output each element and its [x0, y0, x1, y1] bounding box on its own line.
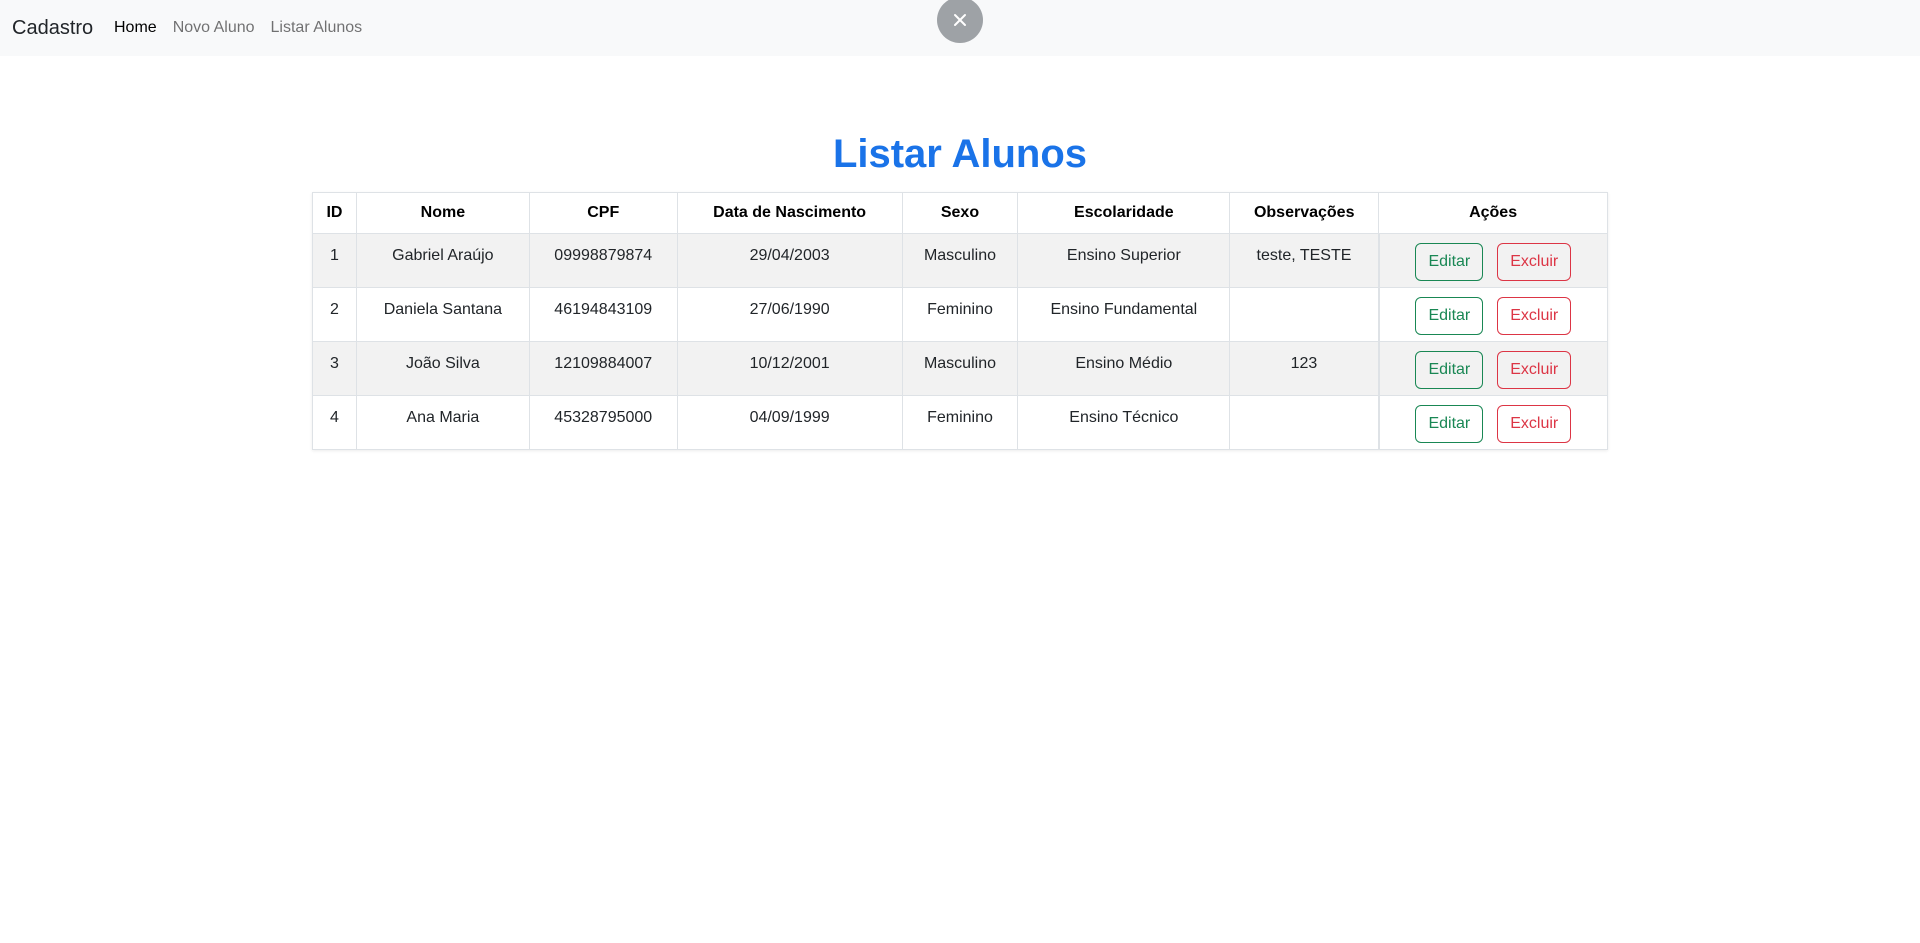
- cell-cpf: 46194843109: [528, 287, 678, 342]
- cell-escolaridade: Ensino Técnico: [1017, 395, 1231, 450]
- cell-actions: Editar Excluir: [1377, 287, 1608, 342]
- cell-observacoes: [1229, 287, 1380, 342]
- cell-sexo: Feminino: [901, 287, 1019, 342]
- table-row: 3 João Silva 12109884007 10/12/2001 Masc…: [312, 341, 1608, 396]
- cell-nascimento: 29/04/2003: [676, 233, 903, 288]
- table-row: 2 Daniela Santana 46194843109 27/06/1990…: [312, 287, 1608, 342]
- cell-actions: Editar Excluir: [1377, 395, 1608, 450]
- cell-cpf: 12109884007: [528, 341, 678, 396]
- cell-nome: João Silva: [355, 341, 530, 396]
- edit-button[interactable]: Editar: [1415, 351, 1484, 389]
- delete-button[interactable]: Excluir: [1497, 297, 1572, 335]
- header-nome: Nome: [355, 192, 530, 234]
- header-acoes: Ações: [1378, 192, 1608, 234]
- cell-cpf: 45328795000: [528, 395, 678, 450]
- delete-button[interactable]: Excluir: [1497, 405, 1572, 443]
- delete-button[interactable]: Excluir: [1497, 351, 1572, 389]
- page-title: Listar Alunos: [832, 132, 1088, 176]
- header-escolaridade: Escolaridade: [1017, 192, 1231, 234]
- cell-nome: Ana Maria: [355, 395, 530, 450]
- cell-actions: Editar Excluir: [1377, 233, 1608, 288]
- delete-button[interactable]: Excluir: [1497, 243, 1572, 281]
- edit-button[interactable]: Editar: [1415, 297, 1484, 335]
- cell-cpf: 09998879874: [528, 233, 678, 288]
- cell-observacoes: 123: [1229, 341, 1380, 396]
- cell-observacoes: teste, TESTE: [1229, 233, 1380, 288]
- cell-nascimento: 04/09/1999: [676, 395, 903, 450]
- cell-nome: Daniela Santana: [355, 287, 530, 342]
- header-observacoes: Observações: [1229, 192, 1380, 234]
- table-row: 4 Ana Maria 45328795000 04/09/1999 Femin…: [312, 395, 1608, 450]
- cell-sexo: Feminino: [901, 395, 1019, 450]
- close-icon: [954, 14, 966, 26]
- header-nascimento: Data de Nascimento: [676, 192, 903, 234]
- cell-observacoes: [1229, 395, 1380, 450]
- cell-escolaridade: Ensino Médio: [1017, 341, 1231, 396]
- cell-nascimento: 27/06/1990: [676, 287, 903, 342]
- table-header: ID Nome CPF Data de Nascimento Sexo Esco…: [312, 192, 1608, 234]
- nav-links: Home Novo Aluno Listar Alunos: [114, 17, 370, 39]
- cell-escolaridade: Ensino Fundamental: [1017, 287, 1231, 342]
- nav-link-home[interactable]: Home: [114, 17, 165, 39]
- edit-button[interactable]: Editar: [1415, 405, 1484, 443]
- cell-escolaridade: Ensino Superior: [1017, 233, 1231, 288]
- table-body: 1 Gabriel Araújo 09998879874 29/04/2003 …: [312, 233, 1608, 450]
- navbar-brand[interactable]: Cadastro: [12, 15, 93, 41]
- cell-id: 4: [312, 395, 357, 450]
- cell-id: 2: [312, 287, 357, 342]
- nav-link-novo-aluno[interactable]: Novo Aluno: [165, 17, 263, 39]
- nav-link-listar-alunos[interactable]: Listar Alunos: [263, 17, 371, 39]
- cell-nascimento: 10/12/2001: [676, 341, 903, 396]
- cell-sexo: Masculino: [901, 233, 1019, 288]
- students-table: ID Nome CPF Data de Nascimento Sexo Esco…: [312, 192, 1608, 450]
- edit-button[interactable]: Editar: [1415, 243, 1484, 281]
- table-row: 1 Gabriel Araújo 09998879874 29/04/2003 …: [312, 233, 1608, 288]
- cell-sexo: Masculino: [901, 341, 1019, 396]
- cell-nome: Gabriel Araújo: [355, 233, 530, 288]
- cell-id: 1: [312, 233, 357, 288]
- header-row: ID Nome CPF Data de Nascimento Sexo Esco…: [312, 192, 1608, 234]
- header-sexo: Sexo: [901, 192, 1019, 234]
- cell-id: 3: [312, 341, 357, 396]
- header-cpf: CPF: [528, 192, 678, 234]
- header-id: ID: [312, 192, 357, 234]
- cell-actions: Editar Excluir: [1377, 341, 1608, 396]
